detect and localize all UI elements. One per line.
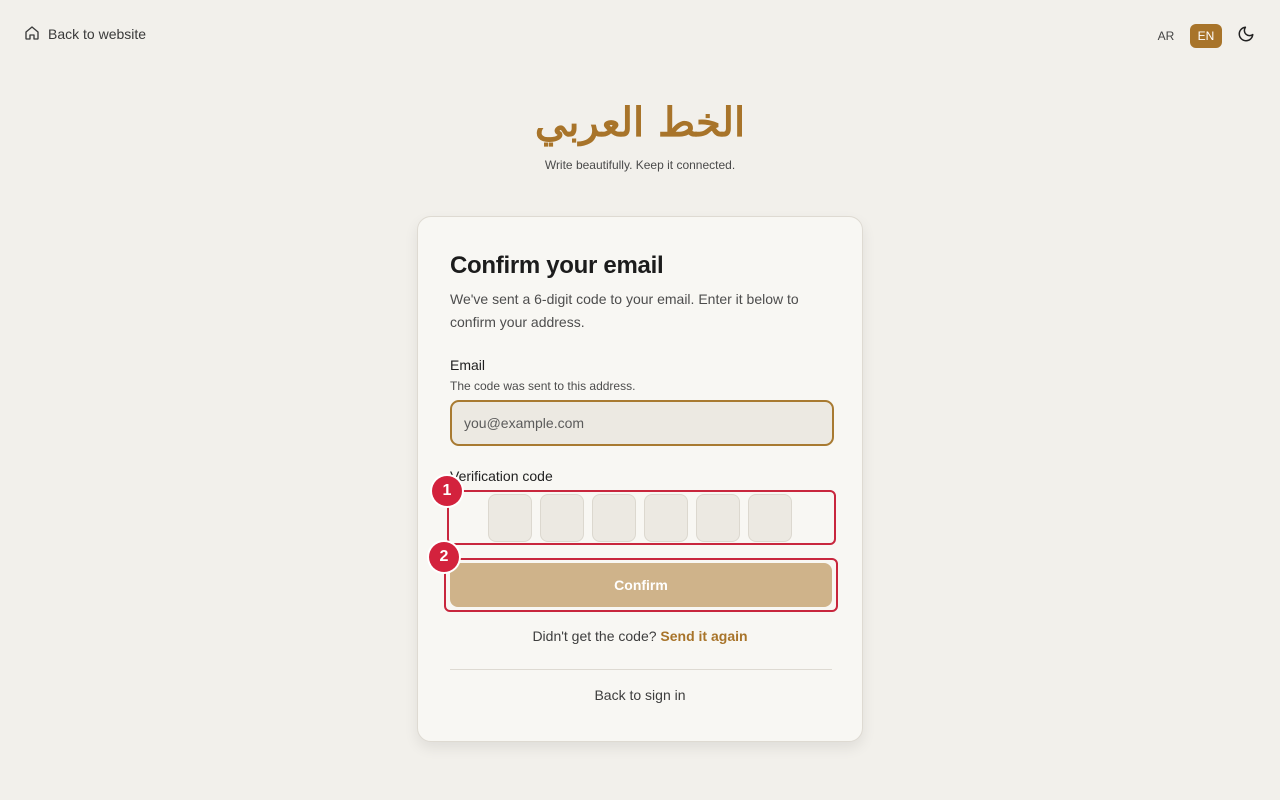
brand-logo: الخط العربي: [534, 99, 746, 146]
back-to-website-label: Back to website: [48, 26, 147, 42]
email-hint: The code was sent to this address.: [450, 379, 636, 393]
code-digit-6[interactable]: [747, 493, 792, 542]
brand-header: الخط العربي Write beautifully. Keep it c…: [0, 92, 1280, 172]
annotation-marker-1: 1: [432, 476, 462, 506]
confirm-email-card: Confirm your email We've sent a 6-digit …: [417, 216, 863, 742]
email-label: Email: [450, 357, 486, 373]
resend-row: Didn't get the code? Send it again: [450, 628, 830, 644]
home-icon: [24, 25, 40, 44]
page-title: Confirm your email: [450, 252, 664, 279]
code-digit-1[interactable]: [487, 493, 532, 542]
verification-code-group: 1: [432, 476, 836, 545]
moon-icon: [1237, 25, 1255, 48]
resend-prompt: Didn't get the code?: [532, 628, 657, 644]
confirm-button-highlight: 2 Confirm: [429, 542, 838, 612]
code-digit-4[interactable]: [643, 493, 688, 542]
page-description: We've sent a 6-digit code to your email.…: [450, 291, 799, 330]
code-digit-3[interactable]: [591, 493, 636, 542]
lang-ar-button[interactable]: AR: [1150, 24, 1182, 48]
language-switcher: AR EN: [1150, 22, 1260, 50]
code-digit-5[interactable]: [695, 493, 740, 542]
confirm-button[interactable]: Confirm: [450, 563, 832, 607]
theme-toggle-button[interactable]: [1232, 22, 1260, 50]
send-again-link[interactable]: Send it again: [660, 628, 747, 644]
back-to-signin-link[interactable]: Back to sign in: [450, 687, 830, 703]
code-digit-2[interactable]: [539, 493, 584, 542]
brand-tagline: Write beautifully. Keep it connected.: [544, 158, 736, 172]
annotation-marker-2: 2: [429, 542, 459, 572]
email-field[interactable]: [450, 400, 834, 446]
lang-en-button[interactable]: EN: [1190, 24, 1222, 48]
back-to-website-link[interactable]: Back to website: [24, 24, 146, 44]
verification-code-label: Verification code: [450, 468, 553, 484]
divider: [450, 669, 832, 670]
